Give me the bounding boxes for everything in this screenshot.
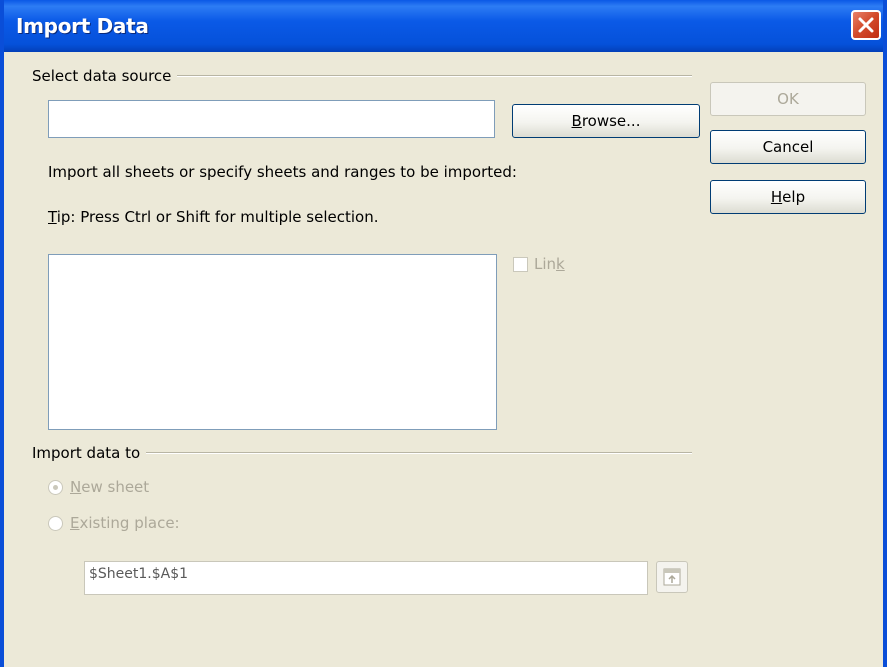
section-label-import-to: Import data to: [32, 443, 147, 463]
new-sheet-radio-label: New sheet: [70, 478, 150, 496]
existing-place-radio[interactable]: [48, 516, 63, 531]
import-data-dialog: Import Data Select data source Browse...…: [0, 0, 887, 667]
new-sheet-radio[interactable]: [48, 480, 63, 495]
title-bar[interactable]: Import Data: [4, 0, 883, 52]
shrink-icon: [663, 568, 681, 586]
radio-selected-dot: [53, 485, 58, 490]
link-checkbox[interactable]: [513, 257, 528, 272]
help-button[interactable]: Help: [710, 180, 866, 214]
cancel-button[interactable]: Cancel: [710, 130, 866, 164]
source-path-input[interactable]: [48, 100, 495, 138]
ok-button[interactable]: OK: [710, 82, 866, 116]
sheet-selection-instruction: Import all sheets or specify sheets and …: [48, 163, 517, 181]
section-label-data-source: Select data source: [32, 66, 178, 86]
sheets-list[interactable]: [48, 254, 497, 430]
link-checkbox-label: Link: [534, 255, 565, 273]
dialog-content: Select data source Browse... Import all …: [4, 52, 883, 667]
browse-button[interactable]: Browse...: [512, 104, 700, 138]
section-divider: [154, 75, 692, 77]
close-button[interactable]: [851, 10, 881, 40]
section-divider: [128, 452, 692, 454]
existing-place-reference-input[interactable]: $Sheet1.$A$1: [84, 561, 648, 595]
close-icon: [858, 17, 874, 33]
reference-value: $Sheet1.$A$1: [89, 566, 189, 582]
window-title: Import Data: [16, 14, 149, 38]
existing-place-radio-label: Existing place:: [70, 514, 180, 532]
selection-tip: Tip: Press Ctrl or Shift for multiple se…: [48, 208, 379, 226]
shrink-button[interactable]: [656, 561, 688, 593]
